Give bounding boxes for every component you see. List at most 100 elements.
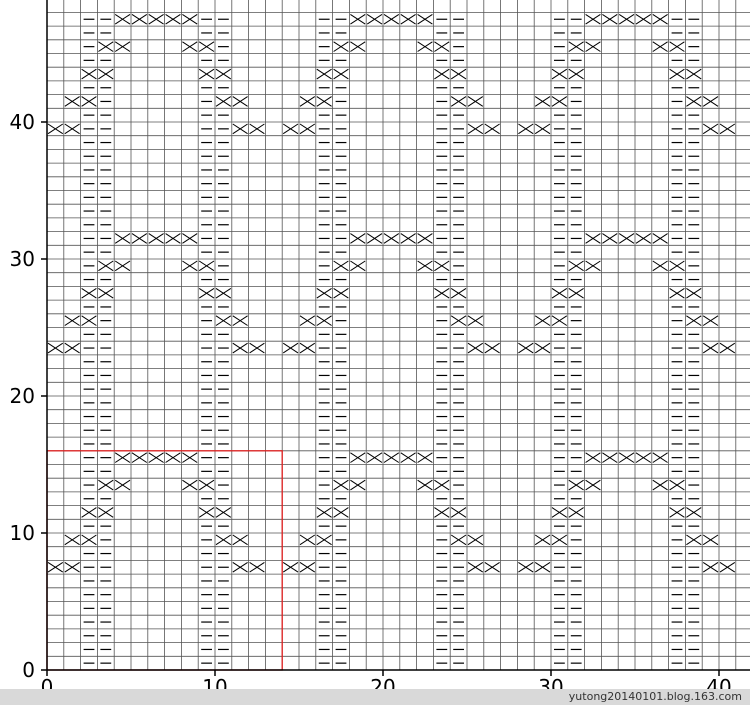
cable-cross-symbol bbox=[400, 452, 416, 463]
cable-cross-symbol bbox=[686, 315, 702, 326]
cable-cross-symbol bbox=[551, 507, 568, 518]
cable-cross-symbol bbox=[333, 287, 349, 299]
cable-cross-symbol bbox=[450, 68, 467, 80]
cable-cross-symbol bbox=[316, 534, 332, 546]
cable-cross-symbol bbox=[568, 507, 584, 518]
cable-cross-symbol bbox=[719, 342, 736, 354]
cable-cross-symbol bbox=[618, 233, 635, 244]
cable-cross-symbol bbox=[450, 96, 467, 107]
cable-cross-symbol bbox=[114, 479, 131, 491]
cable-cross-symbol bbox=[215, 96, 232, 107]
cable-cross-symbol bbox=[434, 479, 450, 491]
cable-cross-symbol bbox=[114, 260, 131, 272]
cable-cross-symbol bbox=[669, 287, 685, 299]
cable-cross-symbol bbox=[702, 123, 719, 135]
cable-cross-symbol bbox=[467, 315, 484, 326]
cable-cross-symbol bbox=[417, 479, 433, 491]
cable-cross-symbol bbox=[585, 479, 601, 491]
cable-cross-symbol bbox=[182, 452, 198, 463]
cable-cross-symbol bbox=[215, 315, 232, 326]
cable-cross-symbol bbox=[702, 315, 719, 326]
cable-cross-symbol bbox=[518, 342, 534, 354]
cable-cross-symbol bbox=[64, 315, 80, 326]
cable-cross-symbol bbox=[568, 479, 584, 491]
cable-cross-symbol bbox=[350, 41, 366, 52]
cable-cross-symbol bbox=[417, 452, 433, 463]
cable-cross-symbol bbox=[518, 123, 534, 135]
cable-cross-symbol bbox=[467, 96, 484, 107]
cable-cross-symbol bbox=[686, 68, 702, 80]
cable-cross-symbol bbox=[249, 342, 265, 354]
cable-cross-symbol bbox=[602, 452, 618, 463]
cable-cross-symbol bbox=[534, 342, 551, 354]
cable-cross-symbol bbox=[686, 534, 702, 546]
cable-cross-symbol bbox=[669, 41, 685, 52]
cable-cross-symbol bbox=[47, 561, 64, 573]
cable-cross-symbol bbox=[417, 233, 433, 244]
cable-cross-symbol bbox=[249, 123, 265, 135]
cable-cross-symbol bbox=[198, 287, 215, 299]
cable-cross-symbol bbox=[333, 260, 349, 272]
cable-cross-symbol bbox=[299, 123, 316, 135]
cable-cross-symbol bbox=[366, 233, 383, 244]
cable-cross-symbol bbox=[669, 479, 685, 491]
cable-cross-symbol bbox=[215, 507, 232, 518]
cable-cross-symbol bbox=[81, 315, 97, 326]
cable-cross-symbol bbox=[585, 13, 601, 25]
cable-cross-symbol bbox=[484, 342, 500, 354]
cable-cross-symbol bbox=[98, 479, 114, 491]
cable-cross-symbol bbox=[366, 452, 383, 463]
cable-cross-symbol bbox=[602, 13, 618, 25]
cable-cross-symbol bbox=[652, 233, 668, 244]
cable-cross-symbol bbox=[299, 96, 316, 107]
cable-cross-symbol bbox=[165, 233, 181, 244]
cable-cross-symbol bbox=[669, 260, 685, 272]
cable-cross-symbol bbox=[333, 479, 349, 491]
y-tick-label: 40 bbox=[10, 110, 35, 134]
cable-cross-symbol bbox=[434, 68, 450, 80]
cable-cross-symbol bbox=[350, 479, 366, 491]
cable-cross-symbol bbox=[635, 452, 652, 463]
cable-cross-symbol bbox=[114, 41, 131, 52]
cable-cross-symbol bbox=[131, 452, 148, 463]
cable-cross-symbol bbox=[719, 561, 736, 573]
cable-cross-symbol bbox=[484, 561, 500, 573]
cable-cross-symbol bbox=[114, 233, 131, 244]
cable-cross-symbol bbox=[64, 96, 80, 107]
x-tick-label: 30 bbox=[538, 675, 563, 690]
cable-cross-symbol bbox=[182, 479, 198, 491]
stitch-symbols bbox=[47, 13, 736, 664]
cable-cross-symbol bbox=[249, 561, 265, 573]
cable-cross-symbol bbox=[232, 561, 248, 573]
cable-cross-symbol bbox=[299, 534, 316, 546]
y-tick-label: 0 bbox=[22, 658, 35, 682]
cable-cross-symbol bbox=[316, 68, 332, 80]
cable-cross-symbol bbox=[131, 233, 148, 244]
cable-cross-symbol bbox=[551, 68, 568, 80]
cable-cross-symbol bbox=[417, 260, 433, 272]
cable-cross-symbol bbox=[47, 342, 64, 354]
cable-cross-symbol bbox=[198, 41, 215, 52]
cable-cross-symbol bbox=[299, 342, 316, 354]
cable-cross-symbol bbox=[333, 41, 349, 52]
cable-cross-symbol bbox=[350, 260, 366, 272]
cable-cross-symbol bbox=[652, 452, 668, 463]
cable-cross-symbol bbox=[131, 13, 148, 25]
cable-cross-symbol bbox=[450, 315, 467, 326]
cable-cross-symbol bbox=[282, 342, 299, 354]
cable-cross-symbol bbox=[64, 123, 80, 135]
cable-cross-symbol bbox=[417, 41, 433, 52]
cable-cross-symbol bbox=[81, 534, 97, 546]
cable-cross-symbol bbox=[383, 233, 400, 244]
cable-cross-symbol bbox=[350, 452, 366, 463]
cable-cross-symbol bbox=[366, 13, 383, 25]
cable-cross-symbol bbox=[98, 287, 114, 299]
cable-cross-symbol bbox=[618, 452, 635, 463]
cable-cross-symbol bbox=[182, 260, 198, 272]
cable-cross-symbol bbox=[232, 123, 248, 135]
cable-cross-symbol bbox=[350, 13, 366, 25]
cable-cross-symbol bbox=[702, 561, 719, 573]
cable-cross-symbol bbox=[215, 287, 232, 299]
cable-cross-symbol bbox=[719, 123, 736, 135]
cable-cross-symbol bbox=[534, 561, 551, 573]
